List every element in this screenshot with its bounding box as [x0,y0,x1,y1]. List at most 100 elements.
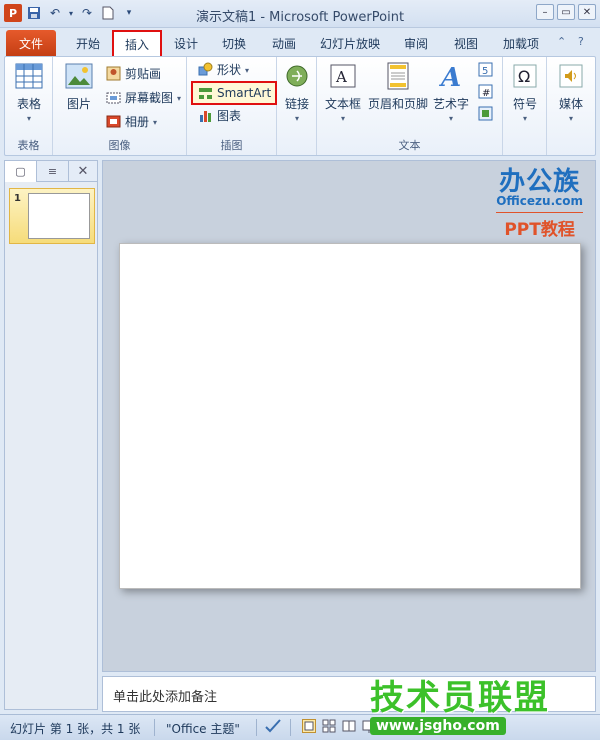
group-links: 链接 ▾ [277,57,317,155]
chevron-down-icon: ▾ [340,114,345,123]
normal-view-icon[interactable] [302,719,316,736]
wordart-label: 艺术字 [433,97,470,111]
slide-number-button[interactable]: 5 [477,59,493,79]
tab-insert[interactable]: 插入 [112,30,162,56]
close-icon[interactable]: ✕ [578,4,596,20]
clipart-button[interactable]: 剪贴画 [105,63,161,83]
window-title: 演示文稿1 - Microsoft PowerPoint [195,10,405,25]
slides-pane-header: ▢ ≡ ✕ [4,160,98,182]
tab-view[interactable]: 视图 [448,30,484,56]
group-text: A 文本框 ▾ 页眉和页脚 A 艺术字 ▾ 5 # 文本 [317,57,503,155]
tab-file[interactable]: 文件 [6,30,56,56]
outline-tab-icon[interactable]: ≡ [37,161,69,182]
screenshot-button[interactable]: 屏幕截图 ▾ [105,87,181,107]
chevron-down-icon: ▾ [568,114,573,123]
ribbon-insert: 表格 ▾ 表格 图片 剪贴画 屏幕截图 ▾ 相册 ▾ 图像 形状 ▾ Smart… [4,56,596,156]
table-label: 表格 [16,97,41,111]
shapes-icon [197,61,213,77]
reading-view-icon[interactable] [342,719,356,736]
ribbon-tabs: 文件 开始 插入 设计 切换 动画 幻灯片放映 审阅 视图 加载项 ⌃ ? [0,28,600,56]
group-label-tables: 表格 [17,139,40,152]
omega-icon: Ω [510,61,540,91]
status-separator [290,719,291,736]
picture-icon [64,61,94,91]
notes-placeholder: 单击此处添加备注 [113,690,218,705]
status-separator [256,719,257,736]
shapes-button[interactable]: 形状 ▾ [197,59,249,79]
header-footer-icon [383,61,413,91]
media-label: 媒体 [558,97,583,111]
tab-home[interactable]: 开始 [68,30,108,56]
group-tables: 表格 ▾ 表格 [5,57,53,155]
date-time-button[interactable]: # [477,81,493,101]
media-button[interactable]: 媒体 ▾ [553,61,589,123]
wordart-button[interactable]: A 艺术字 ▾ [433,61,469,123]
chevron-down-icon: ▾ [177,93,182,103]
screenshot-icon [105,89,121,105]
picture-button[interactable]: 图片 [61,61,97,112]
table-icon [14,61,44,91]
photo-album-button[interactable]: 相册 ▾ [105,111,157,131]
tab-animations[interactable]: 动画 [266,30,302,56]
speaker-icon [556,61,586,91]
header-footer-button[interactable]: 页眉和页脚 [367,61,429,112]
brand-logo-officezu: 办公族 Officezu.com PPT教程 [496,161,583,240]
slides-pane: 1 [4,182,98,710]
shapes-label: 形状 [217,62,242,77]
help-icon[interactable]: ? [578,35,584,48]
links-button[interactable]: 链接 ▾ [281,61,313,123]
chevron-down-icon: ▾ [294,114,299,123]
slide-editing-area: 办公族 Officezu.com PPT教程 [102,160,596,672]
close-pane-icon[interactable]: ✕ [67,161,99,182]
slide-thumbnail-number: 1 [14,193,21,204]
chart-button[interactable]: 图表 [197,105,241,125]
svg-text:A: A [335,68,347,86]
tab-design[interactable]: 设计 [168,30,204,56]
chevron-down-icon: ▾ [448,114,453,123]
chart-icon [197,107,213,123]
slide-number-icon: 5 [477,61,493,77]
slide-thumbnail-selected[interactable]: 1 [9,188,95,244]
header-footer-label: 页眉和页脚 [367,97,428,111]
spellcheck-icon[interactable] [264,718,282,737]
svg-text:5: 5 [482,66,488,77]
slide-canvas[interactable] [119,243,581,589]
slide-sorter-icon[interactable] [322,719,336,736]
group-illustrations: 形状 ▾ SmartArt 图表 插图 [187,57,278,155]
status-separator [154,719,155,736]
chevron-down-icon: ▾ [245,65,250,75]
textbox-icon: A [328,61,358,91]
links-label: 链接 [284,97,309,111]
tab-review[interactable]: 审阅 [398,30,434,56]
slide-count-status: 幻灯片 第 1 张，共 1 张 [10,722,141,736]
symbols-button[interactable]: Ω 符号 ▾ [509,61,541,123]
textbox-button[interactable]: A 文本框 ▾ [323,61,363,123]
tab-transitions[interactable]: 切换 [216,30,252,56]
chevron-down-icon: ▾ [522,114,527,123]
minimize-ribbon-icon[interactable]: ⌃ [557,35,566,48]
object-button[interactable] [477,103,493,123]
tab-slideshow[interactable]: 幻灯片放映 [316,30,384,56]
clipart-icon [105,65,121,81]
minimize-icon[interactable]: – [536,4,554,20]
restore-icon[interactable]: ▭ [557,4,575,20]
object-icon [477,105,493,121]
group-label-text: 文本 [398,139,421,152]
photo-album-icon [105,113,121,129]
symbols-label: 符号 [512,97,537,111]
tab-addins[interactable]: 加载项 [498,30,544,56]
photo-album-label: 相册 [125,114,150,129]
smartart-button[interactable]: SmartArt [191,81,278,105]
window-controls: – ▭ ✕ [536,4,596,20]
picture-label: 图片 [66,97,91,111]
chevron-down-icon: ▾ [26,114,31,123]
watermark-line1: 技术员联盟 [370,678,550,718]
group-media: 媒体 ▾ [547,57,595,155]
slide-thumbnail[interactable] [28,193,90,239]
table-button[interactable]: 表格 ▾ [11,61,47,123]
svg-text:Ω: Ω [518,67,530,86]
slides-tab-icon[interactable]: ▢ [5,161,37,182]
group-images: 图片 剪贴画 屏幕截图 ▾ 相册 ▾ 图像 [53,57,187,155]
textbox-label: 文本框 [324,97,361,111]
link-icon [282,61,312,91]
